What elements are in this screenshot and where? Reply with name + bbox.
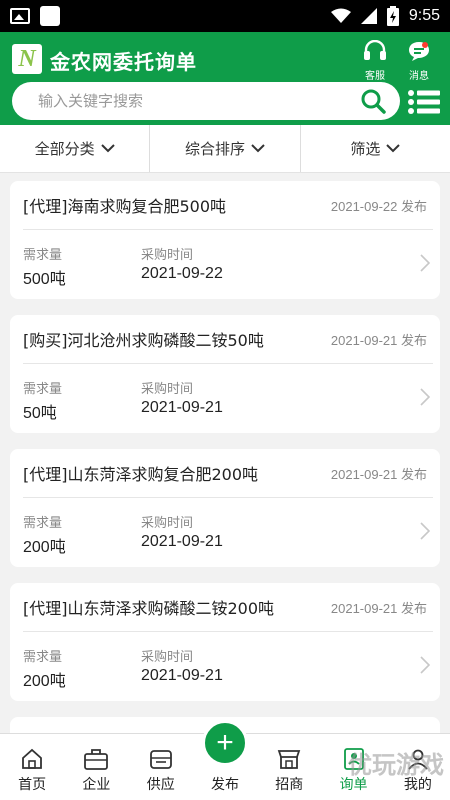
tab-investment[interactable]: 招商 (257, 734, 321, 800)
tab-supply-label: 供应 (146, 777, 175, 793)
app-notification-icon (40, 6, 60, 26)
battery-icon (386, 6, 399, 26)
quantity-label: 需求量 (23, 382, 63, 397)
tab-home[interactable]: 首页 (0, 734, 64, 800)
customer-service-button[interactable]: 客服 (355, 39, 395, 82)
status-bar: 9:55 (0, 0, 450, 32)
purchase-time-label: 采购时间 (141, 650, 194, 665)
filter-sort[interactable]: 综合排序 (150, 125, 301, 172)
tab-publish-label: 发布 (210, 777, 239, 793)
filter-screen-label: 筛选 (350, 140, 381, 158)
chevron-right-icon (420, 656, 430, 674)
divider (23, 363, 433, 364)
quantity-value: 50吨 (23, 405, 57, 422)
publish-button[interactable]: + (201, 720, 248, 766)
item-title: [代理]山东菏泽求购磷酸二铵200吨 (23, 599, 275, 618)
inquiry-list: [代理]海南求购复合肥500吨 2021-09-22 发布 需求量 500吨 采… (0, 173, 450, 733)
purchase-time-label: 采购时间 (141, 248, 194, 263)
unread-badge (422, 42, 428, 48)
filter-bar: 全部分类 综合排序 筛选 (0, 125, 450, 173)
messages-button[interactable]: 消息 (399, 40, 439, 82)
filter-sort-label: 综合排序 (184, 140, 245, 158)
wifi-icon (330, 8, 351, 23)
quantity-label: 需求量 (23, 516, 63, 531)
purchase-time-value: 2021-09-21 (141, 399, 223, 416)
app-header: N 金农网委托询单 客服 消息 (0, 32, 450, 125)
list-item[interactable]: [代理]山东菏泽求购磷酸二铵200吨 2021-09-21 发布 需求量 200… (10, 583, 440, 701)
purchase-time-label: 采购时间 (141, 516, 194, 531)
search-input[interactable] (38, 92, 360, 110)
headset-icon (364, 39, 386, 60)
chevron-down-icon (100, 144, 115, 153)
list-menu-icon[interactable] (408, 89, 440, 115)
purchase-time-value: 2021-09-22 (141, 265, 223, 282)
list-item[interactable]: [购买]河北沧州求购磷酸二铵50吨 2021-09-21 发布 需求量 50吨 … (10, 315, 440, 433)
customer-service-label: 客服 (365, 71, 385, 82)
item-published-date: 2021-09-21 发布 (330, 467, 427, 482)
app-logo: N (12, 44, 42, 74)
shop-icon (278, 750, 301, 769)
list-item[interactable]: [代理]海南求购复合肥500吨 2021-09-22 发布 需求量 500吨 采… (10, 181, 440, 299)
tab-enterprise[interactable]: 企业 (64, 734, 128, 800)
supply-icon (149, 750, 172, 769)
messages-label: 消息 (409, 71, 429, 82)
chevron-right-icon (420, 388, 430, 406)
filter-screen[interactable]: 筛选 (301, 125, 450, 172)
item-published-date: 2021-09-21 发布 (330, 601, 427, 616)
tab-enterprise-label: 企业 (82, 777, 111, 793)
clock: 9:55 (408, 7, 440, 24)
item-title: [代理]山东菏泽求购复合肥200吨 (23, 465, 259, 484)
quantity-value: 200吨 (23, 539, 66, 556)
plus-icon: + (216, 726, 234, 759)
quantity-value: 200吨 (23, 673, 66, 690)
divider (23, 631, 433, 632)
tab-home-label: 首页 (18, 777, 47, 793)
image-notification-icon (10, 8, 30, 24)
tab-supply[interactable]: 供应 (129, 734, 193, 800)
quantity-value: 500吨 (23, 271, 66, 288)
item-title: [代理]海南求购复合肥500吨 (23, 197, 227, 216)
quantity-label: 需求量 (23, 650, 63, 665)
divider (23, 229, 433, 230)
page-title: 金农网委托询单 (50, 50, 197, 74)
filter-category[interactable]: 全部分类 (0, 125, 151, 172)
item-title: [购买]河北沧州求购磷酸二铵50吨 (23, 331, 264, 350)
chevron-down-icon (251, 144, 265, 153)
watermark: 优玩游戏 (348, 751, 444, 779)
purchase-time-label: 采购时间 (141, 382, 194, 397)
item-published-date: 2021-09-21 发布 (330, 333, 427, 348)
chevron-right-icon (420, 522, 430, 540)
briefcase-icon (84, 749, 109, 770)
chevron-right-icon (420, 254, 430, 272)
quantity-label: 需求量 (23, 248, 63, 263)
search-icon[interactable] (360, 88, 386, 114)
purchase-time-value: 2021-09-21 (141, 533, 223, 550)
signal-icon (360, 8, 377, 24)
filter-category-label: 全部分类 (34, 140, 95, 158)
divider (23, 497, 433, 498)
tab-publish[interactable]: + 发布 (193, 720, 257, 800)
search-bar[interactable] (12, 82, 400, 120)
purchase-time-value: 2021-09-21 (141, 667, 223, 684)
item-published-date: 2021-09-22 发布 (330, 199, 427, 214)
tab-investment-label: 招商 (275, 777, 304, 793)
list-item[interactable]: [代理]山东菏泽求购复合肥200吨 2021-09-21 发布 需求量 200吨… (10, 449, 440, 567)
chevron-down-icon (386, 144, 401, 153)
home-icon (22, 748, 43, 769)
